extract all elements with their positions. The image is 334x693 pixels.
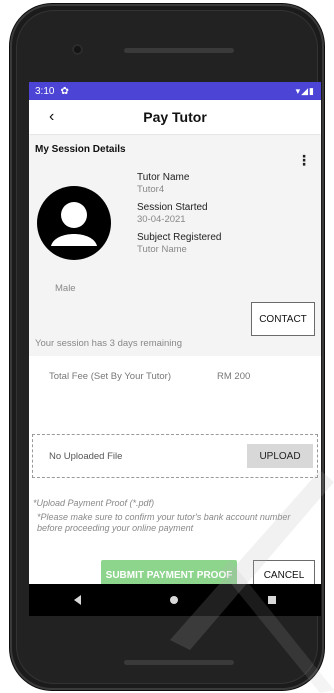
status-bar: 3:10 ✿ ▾◢▮ (29, 82, 321, 100)
more-vert-icon[interactable]: ⋮ (297, 152, 311, 169)
session-started-value: 30-04-2021 (137, 214, 186, 225)
speaker-grille (124, 660, 234, 665)
upload-status: No Uploaded File (49, 451, 123, 462)
session-remaining-text: Your session has 3 days remaining (35, 338, 182, 349)
nav-recents-icon[interactable] (268, 596, 277, 604)
total-fee-value: RM 200 (217, 371, 251, 382)
upload-proof-note: *Please make sure to confirm your tutor'… (37, 512, 291, 533)
session-details-card: My Session Details ⋮ Male Tutor Name Tut… (29, 136, 321, 356)
submit-payment-proof-button[interactable]: SUBMIT PAYMENT PROOF (101, 560, 237, 584)
subject-registered-label: Subject Registered (137, 232, 222, 243)
avatar (37, 186, 111, 260)
upload-proof-title: *Upload Payment Proof (*.pdf) (33, 498, 155, 508)
chevron-left-icon[interactable]: ‹ (49, 108, 54, 126)
nav-home-icon[interactable] (170, 596, 179, 604)
upload-button[interactable]: UPLOAD (247, 444, 313, 468)
tutor-name-value: Tutor4 (137, 184, 165, 195)
gear-icon: ✿ (60, 85, 69, 97)
upload-area: No Uploaded File UPLOAD (32, 434, 318, 478)
cancel-button[interactable]: CANCEL (253, 560, 315, 584)
card-title: My Session Details (35, 144, 126, 155)
system-nav-bar (29, 584, 321, 616)
app-screen: 3:10 ✿ ▾◢▮ ‹ Pay Tutor My Session Detail… (29, 82, 321, 584)
earpiece (124, 48, 234, 53)
camera-icon (72, 44, 83, 55)
total-fee-label: Total Fee (Set By Your Tutor) (49, 371, 171, 382)
session-started-label: Session Started (137, 202, 208, 213)
app-bar: ‹ Pay Tutor (29, 100, 321, 134)
tutor-name-label: Tutor Name (137, 172, 190, 183)
person-icon (51, 202, 97, 246)
page-title: Pay Tutor (143, 109, 207, 125)
subject-registered-value: Tutor Name (137, 244, 187, 255)
contact-button[interactable]: CONTACT (251, 302, 315, 336)
nav-back-icon[interactable] (73, 595, 81, 605)
gender-label: Male (55, 283, 76, 294)
tutor-info: Tutor Name Tutor4 Session Started 30-04-… (137, 172, 222, 262)
status-time: 3:10 (35, 85, 55, 97)
wifi-signal-battery-icons: ▾◢▮ (295, 85, 315, 96)
